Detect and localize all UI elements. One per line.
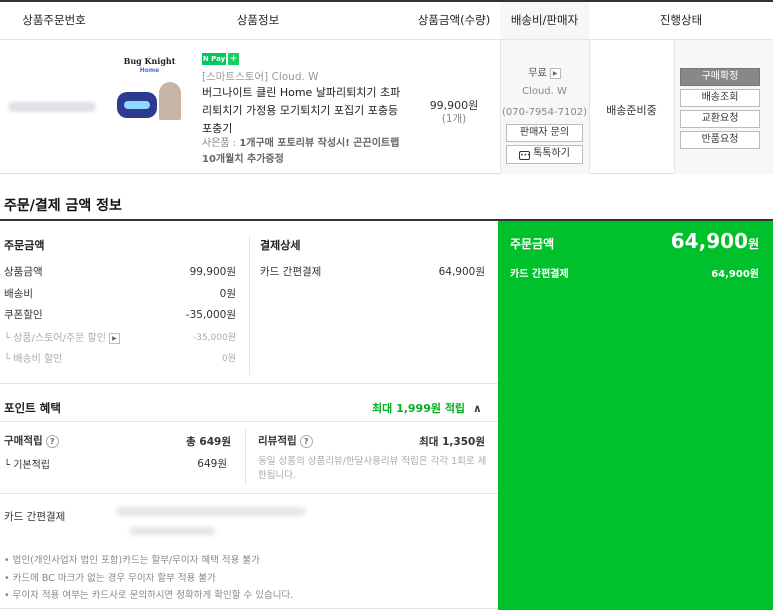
purchase-points-total: 총 649원 xyxy=(186,436,231,448)
card-note-1: • 법인(개인사업자 법인 포함)카드는 할부/무이자 혜택 적용 불가 xyxy=(4,555,260,566)
points-title: 포인트 혜택 xyxy=(4,401,61,415)
confirm-purchase-button[interactable]: 구매확정 xyxy=(680,68,760,86)
header-status: 진행상태 xyxy=(659,13,703,27)
header-shipping-seller: 배송비/판매자 xyxy=(500,2,589,39)
store-discount-text: └ 상품/스토어/주문 할인 xyxy=(4,333,106,344)
product-thumbnail[interactable]: Bug Knight Home xyxy=(113,52,186,125)
product-image-lamp xyxy=(117,92,157,118)
gift-info: 사은품 : 1개구매 포토리뷰 작성시! 곤끈이트랩 10개월치 추가증정 xyxy=(202,136,407,168)
shipping-discount-value: 0원 xyxy=(221,354,236,364)
summary-title: 주문금액 xyxy=(510,237,555,251)
brand-sub: Home xyxy=(139,67,160,74)
payment-section-title: 주문/결제 금액 정보 xyxy=(4,198,122,214)
summary-amount: 64,900원 xyxy=(671,229,759,253)
divider xyxy=(0,493,498,494)
arrow-right-icon[interactable]: ▶ xyxy=(108,333,120,344)
purchase-points-title: 구매적립 xyxy=(4,435,43,447)
summary-method: 카드 간편결제 xyxy=(510,269,569,280)
payment-detail-title: 결제상세 xyxy=(260,239,301,252)
coupon-discount-label: 쿠폰할인 xyxy=(4,309,43,321)
store-discount-label: └ 상품/스토어/주문 할인 ▶ xyxy=(4,329,120,344)
header-order-no: 상품주문번호 xyxy=(22,13,86,27)
divider xyxy=(249,235,250,375)
order-table-header: 상품주문번호 상품정보 상품금액(수량) 배송비/판매자 진행상태 xyxy=(0,2,773,40)
review-points-note: 동일 상품의 상품리뷰/한달사용리뷰 적립은 각각 1회로 제한됩니다. xyxy=(258,456,487,481)
arrow-right-icon[interactable]: ▶ xyxy=(549,68,561,79)
order-table: 상품주문번호 상품정보 상품금액(수량) 배송비/판매자 진행상태 Bug Kn… xyxy=(0,0,773,175)
item-quantity: (1개) xyxy=(441,113,467,125)
review-points-max: 최대 1,350원 xyxy=(419,436,485,448)
card-note-3: • 무이자 적용 여부는 카드사로 문의하시면 정확하게 확인할 수 있습니다. xyxy=(4,590,294,601)
talk-button-label: 톡톡하기 xyxy=(533,148,570,159)
review-points-title: 리뷰적립 xyxy=(258,435,297,447)
divider xyxy=(674,40,675,174)
npay-label: N Pay xyxy=(202,53,226,65)
store-discount-value: -35,000원 xyxy=(192,333,236,343)
store-name[interactable]: [스마트스토어] Cloud. W xyxy=(202,69,319,84)
seller-phone: (070-7954-7102) xyxy=(501,107,587,118)
shipping-discount-label: └ 배송비 할인 xyxy=(4,354,63,365)
header-price-qty: 상품금액(수량) xyxy=(417,13,491,27)
chevron-up-icon: ∧ xyxy=(472,402,482,415)
shipping-fee: 무료 ▶ xyxy=(500,64,589,79)
shipping-amount-label: 배송비 xyxy=(4,288,33,300)
points-max-label: 최대 1,999원 적립 xyxy=(372,402,466,415)
seller-name: Cloud. W xyxy=(522,86,567,97)
brand-logo: Bug Knight xyxy=(123,56,176,66)
talk-icon: ••• xyxy=(519,151,531,160)
shipping-status: 배송준비중 xyxy=(606,104,657,117)
seller-inquiry-button[interactable]: 판매자 문의 xyxy=(506,124,583,142)
payment-summary-panel: 주문금액 64,900원 카드 간편결제 64,900원 xyxy=(498,221,773,610)
question-icon[interactable]: ? xyxy=(299,435,313,448)
shipping-fee-value: 무료 xyxy=(528,68,547,79)
payment-method-amount: 64,900원 xyxy=(438,266,485,278)
question-icon[interactable]: ? xyxy=(45,435,59,448)
points-toggle[interactable]: 최대 1,999원 적립 ∧ xyxy=(372,400,482,416)
summary-method-amount: 64,900원 xyxy=(711,269,759,280)
coupon-discount-value: -35,000원 xyxy=(185,309,236,321)
order-amount-title: 주문금액 xyxy=(4,239,45,252)
card-date-redacted xyxy=(130,527,215,535)
card-note-2: • 카드에 BC 마크가 없는 경우 무이자 할부 적용 불가 xyxy=(4,573,216,584)
npay-plus-icon: + xyxy=(228,53,239,65)
product-image-person xyxy=(159,82,181,120)
card-info-redacted xyxy=(116,507,306,516)
product-amount-label: 상품금액 xyxy=(4,266,43,278)
review-points: 리뷰적립? xyxy=(258,433,313,448)
card-payment-label: 카드 간편결제 xyxy=(4,511,66,523)
return-request-button[interactable]: 반품요청 xyxy=(680,131,760,149)
product-amount-value: 99,900원 xyxy=(189,266,236,278)
divider xyxy=(245,429,246,485)
summary-amount-value: 64,900 xyxy=(670,229,748,253)
shipping-amount-value: 0원 xyxy=(219,288,236,300)
basic-points-label: └ 기본적립 xyxy=(4,460,50,471)
order-row: Bug Knight Home N Pay + [스마트스토어] Cloud. … xyxy=(0,40,773,174)
order-number-redacted xyxy=(8,102,96,112)
divider xyxy=(0,608,498,609)
talk-button[interactable]: ••• 톡톡하기 xyxy=(506,145,583,164)
gift-prefix: 사은품 : xyxy=(202,138,240,149)
exchange-request-button[interactable]: 교환요청 xyxy=(680,110,760,128)
divider xyxy=(0,421,498,422)
npay-badge: N Pay + xyxy=(202,53,239,65)
action-cell-bg xyxy=(674,40,773,174)
payment-method-label: 카드 간편결제 xyxy=(260,266,322,278)
divider xyxy=(0,383,498,384)
product-name-link[interactable]: 버그나이트 클린 Home 날파리퇴치기 초파리퇴치기 가정용 모기퇴치기 포집… xyxy=(202,84,402,138)
purchase-points: 구매적립? xyxy=(4,433,59,448)
basic-points-value: 649원 xyxy=(197,458,227,470)
header-product-info: 상품정보 xyxy=(236,13,280,27)
track-delivery-button[interactable]: 배송조회 xyxy=(680,89,760,107)
summary-amount-unit: 원 xyxy=(747,237,759,251)
